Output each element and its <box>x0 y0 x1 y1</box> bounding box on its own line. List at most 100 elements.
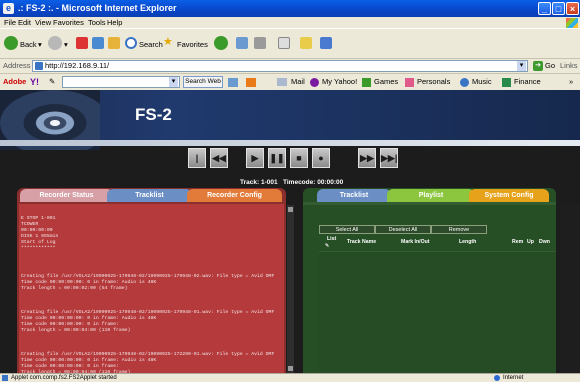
more-chevron-icon[interactable]: » <box>569 76 573 88</box>
address-url: http://192.168.9.11/ <box>45 61 110 70</box>
edit-icon[interactable] <box>278 37 290 49</box>
windows-logo-icon <box>566 18 578 28</box>
yahoo-pencil-icon[interactable]: ✎ <box>49 76 55 88</box>
fast-forward-button[interactable]: ▶▶ <box>358 148 376 168</box>
back-icon[interactable] <box>4 36 18 50</box>
go-icon[interactable]: ➔ <box>533 61 543 71</box>
back-button[interactable]: Back <box>20 38 37 51</box>
recorder-tabs: Recorder Status Tracklist Recorder Confi… <box>17 188 286 202</box>
next-track-icon: ▶▶| <box>381 153 398 163</box>
track-label: Track: 1-001 <box>240 179 278 186</box>
right-scrollbar[interactable] <box>560 205 580 373</box>
select-all-button[interactable]: Select All <box>319 225 375 234</box>
col-mark-in-out[interactable]: Mark In/Out <box>401 239 430 245</box>
favorites-button[interactable]: Favorites <box>177 38 208 51</box>
scroll-up-icon[interactable] <box>288 207 293 212</box>
address-label: Address <box>3 61 31 70</box>
search-web-button[interactable]: Search Web <box>183 76 223 88</box>
stop-icon[interactable] <box>76 37 88 49</box>
menu-bar: File Edit View Favorites Tools Help <box>0 17 580 28</box>
col-up[interactable]: Up <box>527 239 534 245</box>
mail-envelope-icon[interactable] <box>277 78 287 86</box>
deselect-all-button[interactable]: Deselect All <box>375 225 431 234</box>
tab-recorder-status[interactable]: Recorder Status <box>20 189 113 202</box>
highlight-icon[interactable] <box>246 78 256 87</box>
adobe-menu[interactable]: Adobe <box>3 76 26 88</box>
mail-icon[interactable] <box>236 37 248 49</box>
title-bar: e .: FS-2 :. - Microsoft Internet Explor… <box>0 0 580 17</box>
forward-icon[interactable] <box>48 36 62 50</box>
playlist-body[interactable] <box>319 251 556 373</box>
favorites-star-icon[interactable]: ★ <box>163 36 173 49</box>
pause-icon: ❚❚ <box>269 153 285 163</box>
home-icon[interactable] <box>108 37 120 49</box>
play-button[interactable]: ▶ <box>246 148 264 168</box>
yahoo-search-input[interactable]: ▾ <box>62 76 180 88</box>
print-icon[interactable] <box>254 37 266 49</box>
games-icon[interactable] <box>362 78 371 87</box>
maximize-button[interactable]: □ <box>552 2 565 15</box>
prev-track-button[interactable]: |◀◀ <box>188 148 206 181</box>
personals-icon[interactable] <box>405 78 414 87</box>
search-dropdown-icon[interactable]: ▾ <box>169 77 178 87</box>
links-button[interactable]: Links <box>560 61 578 70</box>
search-button[interactable]: Search <box>139 38 163 51</box>
finance-link[interactable]: Finance <box>514 76 541 88</box>
col-rem[interactable]: Rem <box>512 239 523 245</box>
my-yahoo-icon[interactable] <box>310 78 319 87</box>
stop-button[interactable]: ■ <box>290 148 308 168</box>
record-button[interactable]: ● <box>312 148 330 168</box>
col-track-name[interactable]: Track Name <box>347 239 376 245</box>
refresh-icon[interactable] <box>92 37 104 49</box>
tab-tracklist-right[interactable]: Tracklist <box>317 189 391 202</box>
folder-icon[interactable] <box>300 37 312 49</box>
yahoo-toolbar-icon[interactable] <box>228 78 238 87</box>
my-yahoo-link[interactable]: My Yahoo! <box>322 76 357 88</box>
menu-view[interactable]: View <box>35 17 51 28</box>
header-strip <box>0 140 580 146</box>
menu-edit[interactable]: Edit <box>18 17 31 28</box>
col-length[interactable]: Length <box>459 239 476 245</box>
fast-forward-icon: ▶▶ <box>360 153 374 163</box>
tab-playlist[interactable]: Playlist <box>387 189 475 202</box>
go-button[interactable]: Go <box>545 61 555 70</box>
tab-recorder-config[interactable]: Recorder Config <box>187 189 282 202</box>
music-icon[interactable] <box>460 78 469 87</box>
minimize-button[interactable]: _ <box>538 2 551 15</box>
menu-file[interactable]: File <box>4 17 16 28</box>
next-track-button[interactable]: ▶▶| <box>380 148 398 168</box>
games-link[interactable]: Games <box>374 76 398 88</box>
prev-track-icon: |◀◀ <box>190 153 204 181</box>
transport-controls: |◀◀ ◀◀ ▶ ❚❚ ■ ● ▶▶ ▶▶| <box>180 148 420 181</box>
log-line: Track length = 00:00:02:00 (54 frame) <box>21 286 128 291</box>
panel-divider-scrollbar[interactable] <box>287 205 294 373</box>
scroll-down-icon[interactable] <box>288 366 293 371</box>
rewind-button[interactable]: ◀◀ <box>210 148 228 168</box>
address-input[interactable]: http://192.168.9.11/ ▾ <box>32 60 528 72</box>
forward-dropdown-icon[interactable]: ▾ <box>64 38 68 51</box>
yahoo-logo-icon[interactable]: Y! <box>30 76 39 88</box>
menu-tools[interactable]: Tools <box>88 17 106 28</box>
record-icon: ● <box>318 153 324 163</box>
pause-button[interactable]: ❚❚ <box>268 148 286 168</box>
personals-link[interactable]: Personals <box>417 76 450 88</box>
search-icon[interactable] <box>125 37 137 49</box>
remove-button[interactable]: Remove <box>431 225 487 234</box>
tab-tracklist[interactable]: Tracklist <box>107 189 192 202</box>
yahoo-mail-link[interactable]: Mail <box>291 76 305 88</box>
track-info: Track: 1-001 Timecode: 00:00:00 <box>240 179 343 186</box>
play-icon: ▶ <box>251 153 259 163</box>
music-link[interactable]: Music <box>472 76 492 88</box>
close-button[interactable]: × <box>566 2 579 15</box>
menu-help[interactable]: Help <box>107 17 122 28</box>
address-dropdown-icon[interactable]: ▾ <box>517 61 526 71</box>
menu-favorites[interactable]: Favorites <box>53 17 84 28</box>
history-icon[interactable] <box>214 36 228 50</box>
tab-system-config[interactable]: System Config <box>469 189 549 202</box>
col-dwn[interactable]: Dwn <box>539 239 550 245</box>
col-list[interactable]: List <box>327 236 336 242</box>
toolbar: Back ▾ ▾ Search ★ Favorites <box>0 28 580 59</box>
back-dropdown-icon[interactable]: ▾ <box>38 38 42 51</box>
finance-icon[interactable] <box>502 78 511 87</box>
messenger-icon[interactable] <box>320 37 332 49</box>
